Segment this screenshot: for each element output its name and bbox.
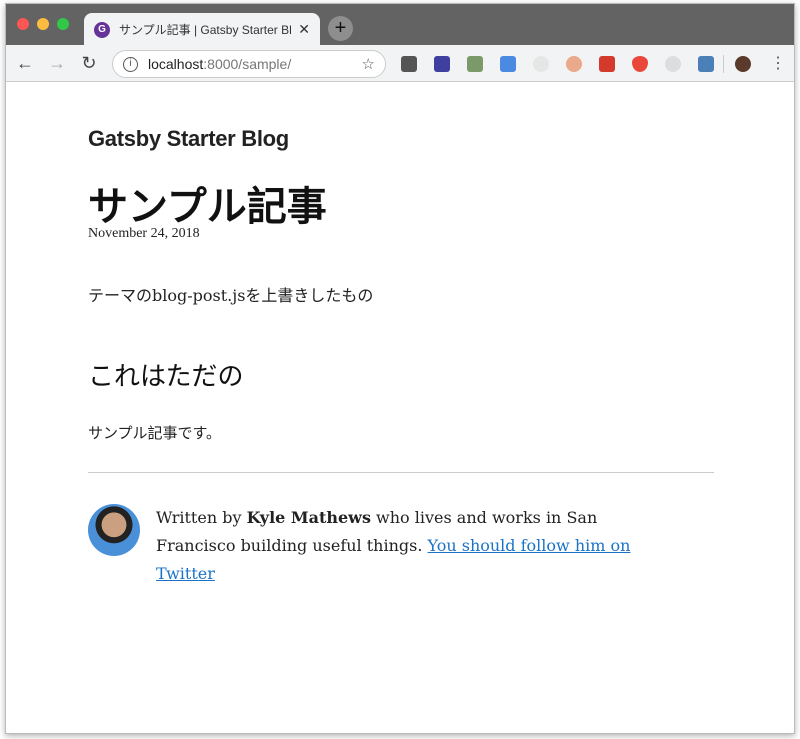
zotero-icon[interactable] <box>434 56 450 72</box>
back-icon[interactable]: ← <box>14 53 36 74</box>
minimize-window-button[interactable] <box>37 18 49 30</box>
section-heading: これはただの <box>88 362 244 392</box>
adobe-extension-icon[interactable] <box>599 56 615 72</box>
bookmark-star-icon[interactable]: ☆ <box>362 55 375 73</box>
divider <box>88 472 714 473</box>
google-translate-icon[interactable] <box>500 56 516 72</box>
post-date: November 24, 2018 <box>88 226 200 241</box>
author-name: Kyle Mathews <box>246 508 371 527</box>
info-icon[interactable]: i <box>123 56 138 72</box>
forward-icon[interactable]: → <box>46 53 68 74</box>
bio: Written by Kyle Mathews who lives and wo… <box>88 504 676 588</box>
screenshot-extension-icon[interactable] <box>566 56 582 72</box>
browser-window: G サンプル記事 | Gatsby Starter Blog ✕ + ← → ↻… <box>5 3 795 734</box>
bio-prefix: Written by <box>156 508 247 527</box>
post-title: サンプル記事 <box>88 184 327 230</box>
sync-icon[interactable] <box>665 56 681 72</box>
author-avatar <box>88 504 140 556</box>
close-tab-icon[interactable]: ✕ <box>298 21 310 38</box>
menu-icon[interactable]: ⋮ <box>770 53 786 73</box>
url-path: :8000/sample/ <box>203 56 292 72</box>
shield-icon[interactable] <box>632 56 648 72</box>
toolbar-divider <box>723 55 724 73</box>
paragraph: サンプル記事です。 <box>88 424 222 442</box>
close-window-button[interactable] <box>17 18 29 30</box>
profile-avatar[interactable] <box>735 56 751 72</box>
chart-extension-icon[interactable] <box>467 56 483 72</box>
toolbar: ← → ↻ i localhost:8000/sample/ ☆ ⋮ <box>6 45 794 82</box>
pocket-icon[interactable] <box>401 56 417 72</box>
circle-extension-icon[interactable] <box>533 56 549 72</box>
gatsby-icon: G <box>94 21 110 38</box>
tab-title: サンプル記事 | Gatsby Starter Blog <box>119 23 293 37</box>
title-bar: G サンプル記事 | Gatsby Starter Blog ✕ + <box>6 4 794 46</box>
reload-icon[interactable]: ↻ <box>78 53 100 74</box>
paragraph: テーマのblog-post.jsを上書きしたもの <box>88 286 374 305</box>
browser-tab[interactable]: G サンプル記事 | Gatsby Starter Blog ✕ <box>84 13 320 46</box>
new-tab-button[interactable]: + <box>328 16 353 41</box>
image-extension-icon[interactable] <box>698 56 714 72</box>
blog-title-link[interactable]: Gatsby Starter Blog <box>88 126 289 152</box>
address-bar[interactable]: i localhost:8000/sample/ ☆ <box>112 50 386 78</box>
maximize-window-button[interactable] <box>57 18 69 30</box>
bio-text: Written by Kyle Mathews who lives and wo… <box>156 504 676 588</box>
url-host: localhost <box>148 56 204 72</box>
